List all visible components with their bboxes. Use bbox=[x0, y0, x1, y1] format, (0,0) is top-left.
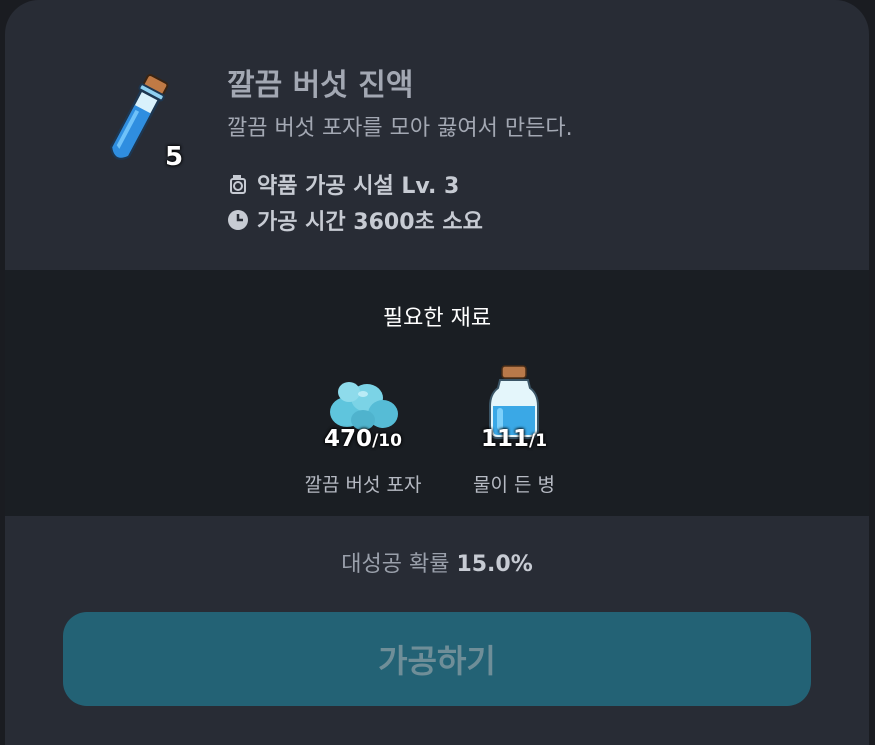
time-label: 가공 시간 3600초 소요 bbox=[257, 210, 483, 235]
crafting-panel: 5 깔끔 버섯 진액 깔끔 버섯 포자를 모아 끓여서 만든다. 약품 가공 시… bbox=[5, 0, 869, 745]
materials-title: 필요한 재료 bbox=[382, 306, 492, 331]
material-quantity: 111/1 bbox=[429, 426, 599, 452]
owned-count: 111 bbox=[480, 426, 529, 452]
success-value: 15.0% bbox=[456, 552, 533, 577]
processing-time: 가공 시간 3600초 소요 bbox=[227, 204, 483, 236]
item-name: 깔끔 버섯 진액 bbox=[227, 68, 414, 103]
material-item[interactable]: 111/1 물이 든 병 bbox=[429, 362, 599, 497]
required-count: /1 bbox=[528, 431, 548, 451]
facility-requirement: 약품 가공 시설 Lv. 3 bbox=[227, 168, 459, 200]
material-quantity: 470/10 bbox=[278, 426, 448, 452]
material-item[interactable]: 470/10 깔끔 버섯 포자 bbox=[278, 362, 448, 497]
facility-icon bbox=[230, 175, 246, 194]
success-label: 대성공 확률 bbox=[341, 552, 450, 577]
item-count: 5 bbox=[165, 142, 184, 172]
item-description: 깔끔 버섯 포자를 모아 끓여서 만든다. bbox=[227, 116, 573, 141]
material-name: 물이 든 병 bbox=[473, 474, 555, 496]
process-button[interactable]: 가공하기 bbox=[63, 612, 811, 706]
owned-count: 470 bbox=[324, 426, 373, 452]
great-success-rate: 대성공 확률 15.0% bbox=[5, 546, 869, 578]
required-count: /10 bbox=[372, 431, 402, 451]
required-materials-section: 필요한 재료 470/10 깔끔 버섯 포자 111/1 물이 든 병 bbox=[5, 270, 869, 516]
facility-label: 약품 가공 시설 Lv. 3 bbox=[257, 174, 460, 199]
clock-icon bbox=[228, 210, 248, 230]
material-name: 깔끔 버섯 포자 bbox=[304, 474, 422, 496]
